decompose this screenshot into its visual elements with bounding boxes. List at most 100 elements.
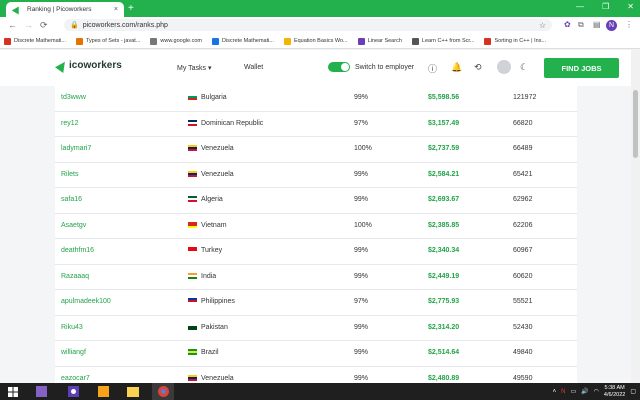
bookmark-favicon-icon bbox=[4, 37, 11, 45]
profile-avatar[interactable]: N bbox=[606, 20, 617, 31]
clock-time: 5:38 AM bbox=[604, 384, 625, 391]
help-icon[interactable]: ⓘ bbox=[428, 62, 437, 75]
earned-amount: $2,775.93 bbox=[428, 298, 460, 305]
country-flag-icon bbox=[188, 119, 197, 126]
reading-list-icon[interactable]: ▤ bbox=[593, 20, 601, 29]
notifications-icon[interactable]: ▢ bbox=[630, 388, 636, 395]
ranking-row: eazocar7 Venezuela 99% $2,480.89 49590 bbox=[55, 366, 577, 383]
logo-text: icoworkers bbox=[69, 60, 122, 71]
picoworkers-favicon-icon bbox=[11, 4, 23, 15]
browser-tab[interactable]: Ranking | Picoworkers × bbox=[6, 2, 124, 17]
tray-chevron-icon[interactable]: ˄ bbox=[553, 389, 557, 395]
country-flag-icon bbox=[188, 94, 197, 100]
points-value: 49840 bbox=[513, 349, 533, 356]
page-scrollbar[interactable] bbox=[631, 50, 640, 383]
visual-studio-icon[interactable] bbox=[30, 383, 52, 400]
tab-title: Ranking | Picoworkers bbox=[27, 6, 92, 13]
bookmark-item[interactable]: Learn C++ from Scr... bbox=[411, 37, 474, 45]
network-icon[interactable]: ▭ bbox=[571, 388, 577, 395]
history-icon[interactable]: ⟲ bbox=[474, 62, 482, 73]
clock[interactable]: 5:38 AM 4/6/2022 bbox=[604, 385, 625, 399]
success-rate: 99% bbox=[354, 272, 369, 280]
success-rate: 100% bbox=[354, 145, 372, 152]
lock-icon[interactable]: 🔒 bbox=[70, 21, 79, 29]
bookmark-favicon-icon bbox=[411, 37, 419, 45]
settings-app-icon[interactable] bbox=[62, 383, 84, 400]
bookmark-item[interactable]: Discrete Mathemati... bbox=[4, 37, 66, 45]
browser-tab-strip: Ranking | Picoworkers × + — ❐ ✕ bbox=[0, 0, 640, 17]
username-link[interactable]: Razaaaq bbox=[61, 273, 89, 280]
bookmark-item[interactable]: Sorting in C++ | Ins... bbox=[484, 37, 546, 45]
bookmark-label: Equation Basics Wo... bbox=[293, 38, 348, 44]
country-name: Algeria bbox=[201, 196, 223, 203]
system-tray: ˄ N ▭ 🔊 ◠ 5:38 AM 4/6/2022 ▢ bbox=[553, 383, 640, 400]
chrome-menu-icon[interactable]: ⋮ bbox=[625, 20, 633, 29]
close-window-button[interactable]: ✕ bbox=[627, 2, 634, 11]
username-link[interactable]: eazocar7 bbox=[61, 375, 90, 382]
country-flag-icon bbox=[188, 221, 197, 228]
scrollbar-thumb[interactable] bbox=[633, 90, 638, 158]
minimize-button[interactable]: — bbox=[576, 2, 584, 11]
forward-icon[interactable]: → bbox=[24, 20, 33, 30]
username-link[interactable]: td3www bbox=[61, 94, 86, 101]
username-link[interactable]: Riku43 bbox=[61, 324, 83, 331]
media-player-icon[interactable] bbox=[92, 383, 114, 400]
country-name: Dominican Republic bbox=[201, 119, 264, 127]
reload-icon[interactable]: ⟳ bbox=[40, 20, 48, 31]
notification-bell-icon[interactable]: 🔔 bbox=[451, 62, 462, 73]
dark-mode-moon-icon[interactable]: ☾ bbox=[520, 62, 528, 73]
ranking-row: rey12 Dominican Republic 97% $3,157.49 66820 bbox=[55, 111, 577, 137]
earned-amount: $2,737.59 bbox=[428, 145, 460, 152]
username-link[interactable]: williangf bbox=[61, 349, 86, 356]
username-link[interactable]: deathfm16 bbox=[61, 247, 94, 254]
ranking-row: ladymari7 Venezuela 100% $2,737.59 66489 bbox=[55, 137, 577, 163]
ranking-row: Rilets Venezuela 99% $2,584.21 65421 bbox=[55, 162, 577, 188]
windows-start-icon[interactable] bbox=[2, 383, 24, 400]
new-tab-button[interactable]: + bbox=[128, 3, 134, 14]
ranking-row: deathfm16 Turkey 99% $2,340.34 60967 bbox=[55, 239, 577, 265]
url-text[interactable]: picoworkers.com/ranks.php bbox=[83, 22, 168, 29]
success-rate: 97% bbox=[354, 119, 369, 127]
username-link[interactable]: rey12 bbox=[61, 120, 79, 127]
wifi-icon[interactable]: ◠ bbox=[594, 388, 599, 395]
tab-close-icon[interactable]: × bbox=[114, 6, 118, 13]
bookmark-item[interactable]: Discrete Mathemati... bbox=[211, 37, 274, 45]
back-icon[interactable]: ← bbox=[8, 20, 17, 30]
username-link[interactable]: Asaetgv bbox=[61, 222, 86, 229]
country-name: Pakistan bbox=[201, 323, 228, 331]
employer-switch-toggle[interactable] bbox=[328, 62, 350, 72]
extensions-puzzle-icon[interactable]: ⧉ bbox=[578, 20, 584, 30]
bookmark-label: Discrete Mathemati... bbox=[14, 38, 66, 44]
chrome-taskbar-icon[interactable] bbox=[152, 383, 174, 400]
country-name: Venezuela bbox=[201, 145, 234, 152]
success-rate: 99% bbox=[354, 170, 369, 178]
username-link[interactable]: ladymari7 bbox=[61, 145, 91, 152]
wallet-link[interactable]: Wallet bbox=[244, 64, 263, 71]
username-link[interactable]: apulmadeek100 bbox=[61, 298, 111, 305]
find-jobs-button[interactable]: FIND JOBS bbox=[544, 58, 619, 78]
ranking-row: safa16 Algeria 99% $2,693.67 62962 bbox=[55, 188, 577, 214]
maximize-button[interactable]: ❐ bbox=[602, 2, 609, 11]
bookmark-item[interactable]: Linear Search bbox=[357, 37, 402, 45]
picoworkers-logo[interactable]: icoworkers bbox=[55, 58, 122, 73]
bookmark-label: Discrete Mathemati... bbox=[221, 38, 274, 44]
address-bar-row: ← → ⟳ 🔒 picoworkers.com/ranks.php ☆ ✿ ⧉ … bbox=[0, 17, 640, 34]
user-avatar[interactable] bbox=[497, 60, 511, 74]
username-link[interactable]: Rilets bbox=[61, 171, 79, 178]
country-flag-icon bbox=[188, 196, 197, 202]
ranking-table: td3www Bulgaria 99% $5,598.56 121972 rey12 Dom… bbox=[55, 86, 577, 383]
bookmark-item[interactable]: Types of Sets - javat... bbox=[75, 37, 140, 45]
bookmark-star-icon[interactable]: ☆ bbox=[539, 21, 546, 30]
success-rate: 99% bbox=[354, 94, 369, 101]
tray-app-icon[interactable]: N bbox=[561, 389, 565, 395]
bookmark-item[interactable]: Equation Basics Wo... bbox=[283, 37, 348, 45]
country-flag-icon bbox=[188, 145, 197, 151]
file-explorer-icon[interactable] bbox=[122, 383, 144, 400]
ranking-row: williangf Brazil 99% $2,514.64 49840 bbox=[55, 341, 577, 367]
bookmark-item[interactable]: www.google.com bbox=[150, 37, 202, 45]
volume-icon[interactable]: 🔊 bbox=[581, 388, 588, 395]
omnibox[interactable]: 🔒 picoworkers.com/ranks.php ☆ bbox=[64, 19, 552, 31]
extension-gear-icon[interactable]: ✿ bbox=[564, 20, 571, 29]
my-tasks-menu[interactable]: My Tasks ▾ bbox=[177, 64, 212, 72]
username-link[interactable]: safa16 bbox=[61, 196, 82, 203]
